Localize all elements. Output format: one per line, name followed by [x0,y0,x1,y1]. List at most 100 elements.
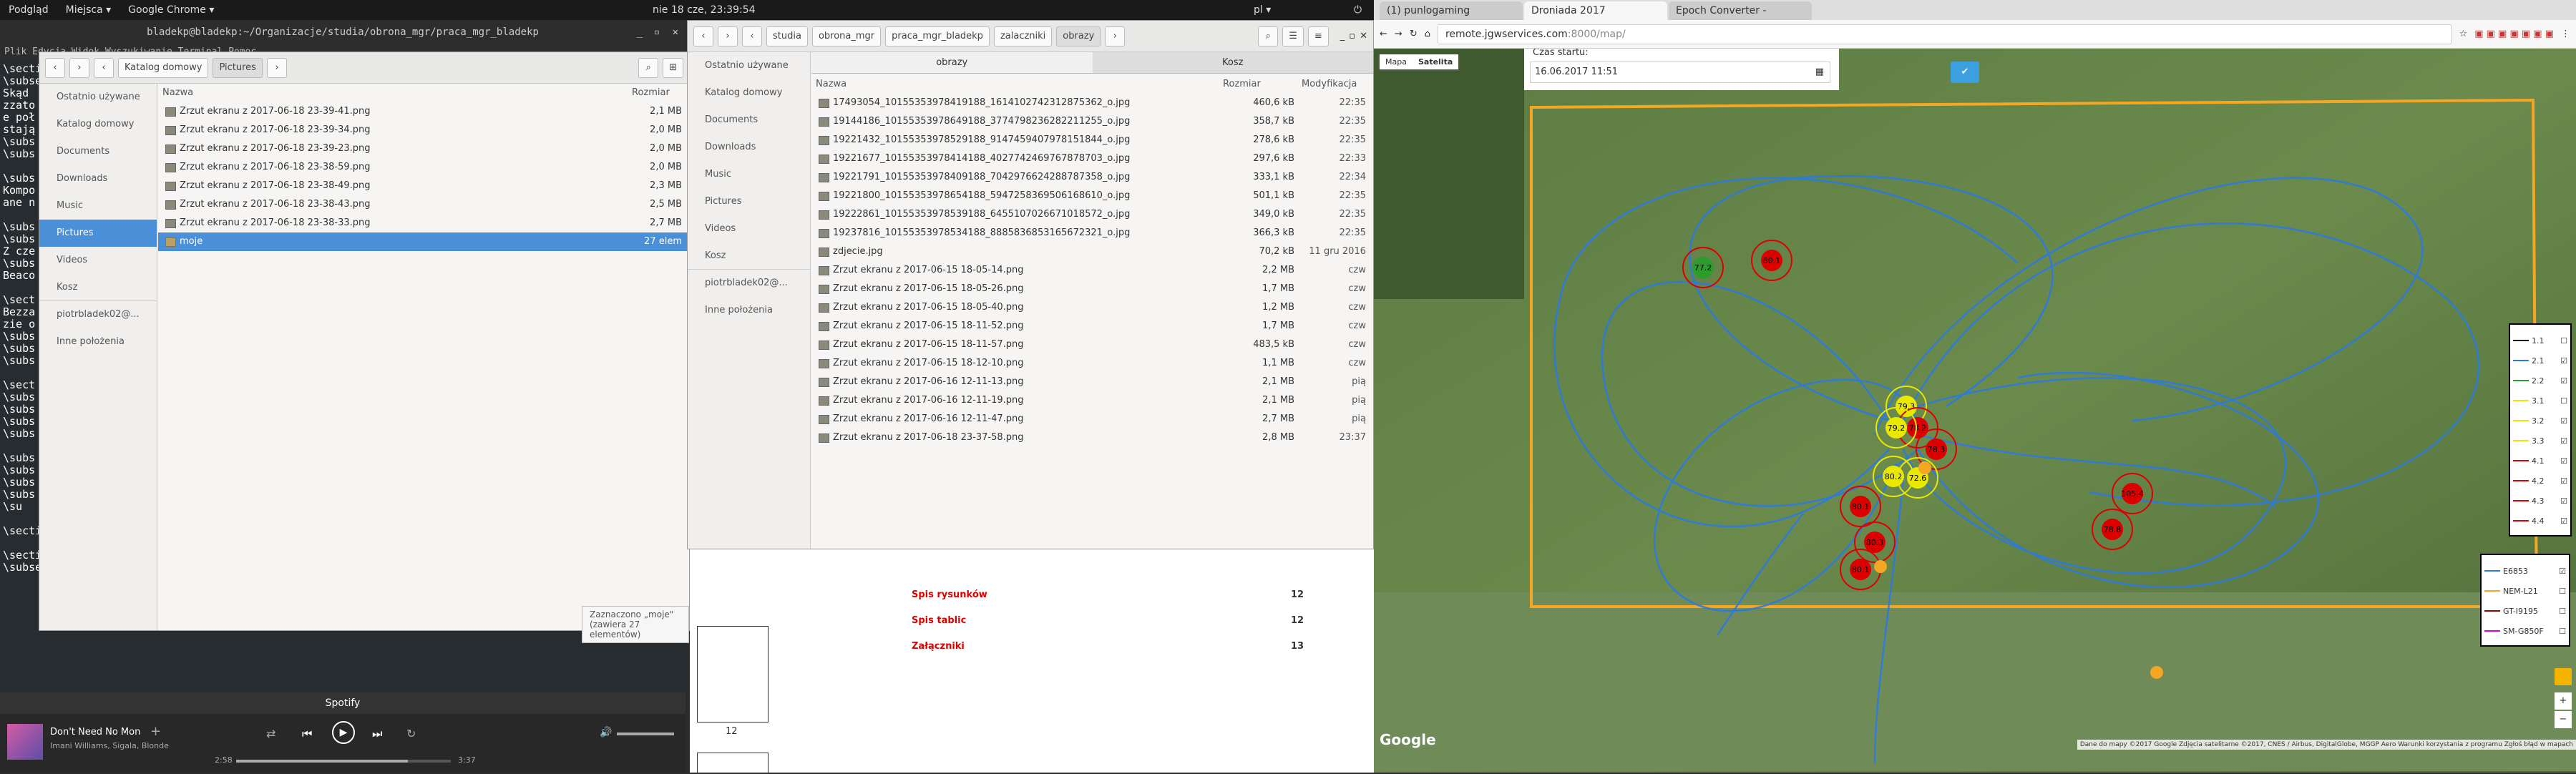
forward-icon[interactable]: → [1395,29,1402,39]
sidebar-item[interactable]: Music [39,192,157,220]
tab-droniada[interactable]: Droniada 2017 [1524,1,1667,20]
menu-icon[interactable]: ≡ [1307,26,1329,46]
column-size[interactable]: Rozmiar [632,84,689,102]
clock[interactable]: nie 18 cze, 23:39:54 [644,4,764,16]
device-marker[interactable] [1874,560,1887,573]
zoom-out-button[interactable]: − [2555,711,2572,728]
column-name[interactable]: Nazwa [811,75,1223,94]
home-icon[interactable]: ⌂ [1425,29,1430,39]
table-row[interactable]: Zrzut ekranu z 2017-06-18 23-37-58.png 2,… [811,428,1373,447]
close-icon[interactable]: ✕ [673,20,678,44]
table-row[interactable]: Zrzut ekranu z 2017-06-15 18-11-57.png 48… [811,335,1373,354]
table-row[interactable]: Zrzut ekranu z 2017-06-18 23-38-49.png 2,… [158,177,689,195]
next-icon[interactable]: ⏭ [372,727,382,741]
volume-icon[interactable]: 🔊 [600,727,612,738]
legend-checkbox[interactable]: ☑ [2559,567,2566,576]
confirm-button[interactable]: ✔ [1951,62,1979,83]
table-row[interactable]: Zrzut ekranu z 2017-06-16 12-11-19.png 2,… [811,391,1373,410]
spotify-window[interactable]: Spotify Don't Need No Mon Imani Williams… [0,692,686,773]
path-studia[interactable]: studia [766,26,808,46]
table-row[interactable]: Zrzut ekranu z 2017-06-18 23-39-34.png 2,… [158,121,689,139]
sidebar-item[interactable]: Inne położenia [688,297,810,324]
legend-item[interactable]: 2.1 ☑ [2513,351,2567,371]
add-icon[interactable]: + [150,724,161,739]
legend-item[interactable]: 4.3 ☑ [2513,491,2567,511]
table-row[interactable]: 19221432_10155353978529188_9147459407978… [811,131,1373,150]
maximize-icon[interactable]: ▫ [654,20,660,44]
legend-item[interactable]: GT-I9195 ☐ [2484,601,2566,621]
column-name[interactable]: Nazwa [158,84,632,102]
table-row[interactable]: 19221791_10155353978409188_7042976624288… [811,168,1373,187]
tab-kosz[interactable]: Kosz [1093,52,1374,73]
legend-item[interactable]: 2.2 ☑ [2513,371,2567,391]
table-row[interactable]: 19144186_10155353978649188_3774798236282… [811,112,1373,131]
legend-item[interactable]: 4.2 ☑ [2513,471,2567,491]
sidebar-item[interactable]: Documents [688,107,810,134]
table-row[interactable]: Zrzut ekranu z 2017-06-15 18-05-40.png 1,… [811,298,1373,317]
sidebar-item[interactable]: Music [688,161,810,188]
tab-obrazy[interactable]: obrazy [811,52,1093,73]
map-type-map[interactable]: Mapa [1380,54,1413,69]
start-time-input[interactable]: 16.06.2017 11:51 ▦ [1530,62,1830,83]
chrome-window[interactable]: (1) punlogaming Droniada 2017 Epoch Conv… [1374,0,2576,773]
toc-entry[interactable]: Spis tablic [912,615,966,626]
power-icon[interactable]: ⏻ [1345,4,1370,16]
legend-checkbox[interactable]: ☑ [2560,496,2567,506]
legend-checkbox[interactable]: ☐ [2559,587,2566,596]
legend-checkbox[interactable]: ☐ [2560,396,2567,406]
map-view[interactable]: 77.2 80.1 79.3 78.2 79.2 78.3 80.2 80.1 80.3 80.1… [1374,49,2576,773]
device-marker[interactable] [1918,461,1931,474]
table-row[interactable]: Zrzut ekranu z 2017-06-15 18-05-26.png 1,… [811,280,1373,298]
path-home[interactable]: Katalog domowy [118,57,209,78]
zoom-in-button[interactable]: + [2555,692,2572,710]
sidebar-item[interactable]: Ostatnio używane [39,84,157,111]
map-type-satellite[interactable]: Satelita [1413,54,1458,69]
legend-item[interactable]: NEM-L21 ☐ [2484,581,2566,601]
legend-checkbox[interactable]: ☑ [2560,376,2567,386]
prev-icon[interactable]: ⏮ [302,727,312,741]
path-left-arrow[interactable]: ‹ [94,57,114,78]
bookmark-star-icon[interactable]: ☆ [2459,29,2468,39]
path-left-arrow[interactable]: ‹ [742,26,762,46]
table-row[interactable]: 19222861_10155353978539188_6455107026671… [811,205,1373,224]
table-row[interactable]: moje 27 elem [158,232,689,251]
menu-chrome[interactable]: Google Chrome ▾ [119,4,223,16]
table-row[interactable]: Zrzut ekranu z 2017-06-15 18-12-10.png 1,… [811,354,1373,373]
legend-checkbox[interactable]: ☐ [2559,607,2566,616]
legend-checkbox[interactable]: ☑ [2560,416,2567,426]
sidebar-item[interactable]: Videos [688,215,810,243]
shuffle-icon[interactable]: ⇄ [266,727,275,740]
minimize-icon[interactable]: _ [1340,31,1345,41]
sidebar-item[interactable]: Ostatnio używane [688,52,810,79]
sidebar-item[interactable]: Documents [39,138,157,165]
volume-slider[interactable] [617,733,674,735]
table-row[interactable]: Zrzut ekranu z 2017-06-15 18-05-14.png 2,… [811,261,1373,280]
extension-icons[interactable]: ▣ ▣ ▣ ▣ ▣ ▣ ▣ [2474,29,2554,39]
calendar-icon[interactable]: ▦ [1815,62,1824,82]
table-row[interactable]: Zrzut ekranu z 2017-06-16 12-11-47.png 2,… [811,410,1373,428]
table-row[interactable]: Zrzut ekranu z 2017-06-18 23-39-41.png 2,… [158,102,689,121]
maximize-icon[interactable]: ▫ [1349,31,1355,41]
progress-bar[interactable] [236,760,451,763]
legend-item[interactable]: 1.1 ☐ [2513,330,2567,351]
artist-name[interactable]: Imani Williams, Sigala, Blonde [50,741,169,750]
legend-checkbox[interactable]: ☐ [2559,627,2566,636]
back-icon[interactable]: ← [1380,29,1387,39]
legend-item[interactable]: 4.1 ☑ [2513,451,2567,471]
sidebar-item[interactable]: Inne położenia [39,328,157,356]
column-size[interactable]: Rozmiar [1223,75,1302,94]
table-row[interactable]: Zrzut ekranu z 2017-06-18 23-38-59.png 2,… [158,158,689,177]
table-row[interactable]: Zrzut ekranu z 2017-06-15 18-11-52.png 1,… [811,317,1373,335]
legend-item[interactable]: 3.3 ☑ [2513,431,2567,451]
chrome-menu-icon[interactable]: ⋮ [2561,29,2570,39]
path-right-arrow[interactable]: › [266,57,287,78]
play-button[interactable]: ▶ [332,721,355,744]
close-icon[interactable]: ✕ [1360,31,1367,41]
legend-checkbox[interactable]: ☑ [2560,516,2567,526]
legend-item[interactable]: SM-G850F ☐ [2484,621,2566,641]
search-icon[interactable]: ⌕ [638,57,659,78]
path-obrona[interactable]: obrona_mgr [811,26,882,46]
sidebar-item[interactable]: Videos [39,247,157,274]
column-modified[interactable]: Modyfikacja [1302,75,1373,94]
repeat-icon[interactable]: ↻ [406,727,416,740]
